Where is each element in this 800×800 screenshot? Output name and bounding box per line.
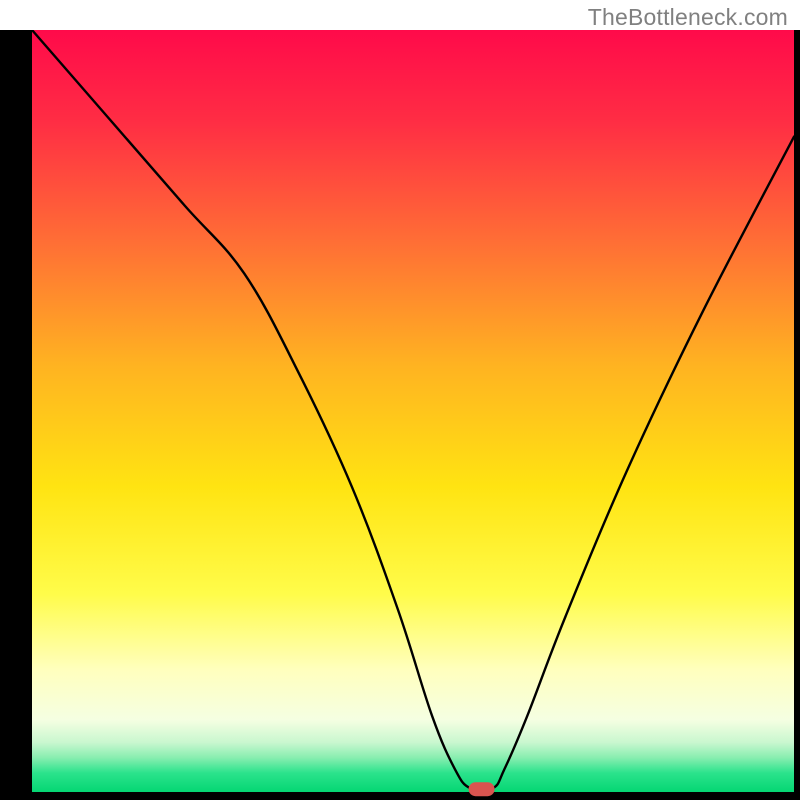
bottleneck-plot bbox=[0, 30, 800, 800]
attribution-text: TheBottleneck.com bbox=[588, 4, 788, 31]
chart-svg bbox=[0, 30, 800, 800]
chart-container: TheBottleneck.com bbox=[0, 0, 800, 800]
